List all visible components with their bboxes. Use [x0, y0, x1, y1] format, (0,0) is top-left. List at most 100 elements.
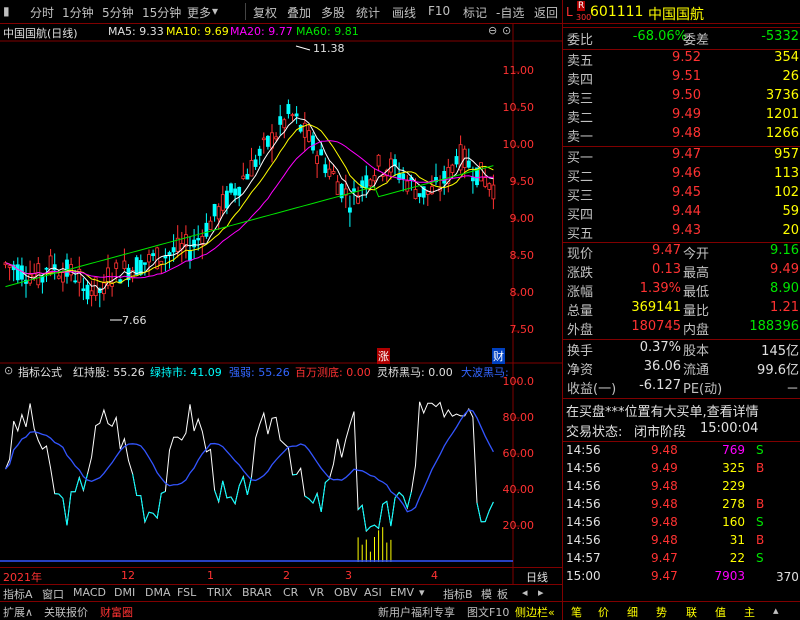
- tab-15min[interactable]: 15分钟: [142, 4, 181, 21]
- weibi-row: 委比 -68.06% 委差 -5332: [567, 29, 799, 48]
- tab-chevron-icon[interactable]: ▾: [419, 586, 425, 599]
- fuquan-button[interactable]: 复权: [253, 4, 277, 21]
- trade-row: 15:00 9.47 7903: [566, 569, 745, 583]
- new-user-benefit-tab[interactable]: 新用户福利专享: [378, 604, 455, 620]
- indicator-axis: 100.0 80.00 60.00 40.00 20.00: [502, 370, 562, 570]
- sell-row: 卖一 9.48 1266: [567, 126, 799, 145]
- sell-row: 卖二 9.49 1201: [567, 107, 799, 126]
- price-tick: 8.50: [509, 249, 535, 262]
- month-4: 4: [431, 569, 438, 582]
- quote-row: 现价 9.47 今开 9.16: [567, 243, 799, 262]
- sell-row: 卖四 9.51 26: [567, 69, 799, 88]
- menu-icon[interactable]: ▮: [3, 4, 10, 18]
- trade-row: 14:56 9.48 229: [566, 479, 745, 493]
- wealth-circle-tab[interactable]: 财富圈: [100, 604, 133, 620]
- price-tick: 7.50: [509, 323, 535, 336]
- notice-row[interactable]: 在买盘***位置有大买单,查看详情: [563, 401, 800, 420]
- tab-mo[interactable]: 模: [481, 586, 492, 602]
- tab-ban[interactable]: 板: [497, 586, 508, 602]
- tab-window[interactable]: 窗口: [42, 586, 64, 602]
- period-label[interactable]: 日线: [526, 569, 548, 585]
- tab-obv[interactable]: OBV: [334, 586, 357, 599]
- tab-fsl[interactable]: FSL: [177, 586, 196, 599]
- buy-row: 买三 9.45 102: [567, 185, 799, 204]
- price-tick: 11.00: [502, 64, 535, 77]
- badge-r: R: [577, 1, 586, 11]
- back-button[interactable]: 返回: [534, 4, 558, 21]
- date-axis: 2021年 12 1 2 3 4 日线: [0, 567, 562, 584]
- expand-tab[interactable]: 扩展∧: [3, 604, 33, 620]
- price-tick: 9.50: [509, 175, 535, 188]
- zhang-marker[interactable]: 涨: [377, 348, 390, 364]
- tab-cr[interactable]: CR: [283, 586, 298, 599]
- stock-header: L R 300 601111 中国国航: [563, 1, 800, 27]
- hcg-value: 红持股: 55.26: [73, 366, 145, 379]
- trade-extra: 370: [776, 570, 799, 584]
- price-tick: 10.00: [502, 138, 535, 151]
- huaxian-button[interactable]: 画线: [392, 4, 416, 21]
- f10-button[interactable]: F10: [428, 4, 450, 18]
- scroll-left-icon[interactable]: ◂: [522, 586, 528, 599]
- month-12: 12: [121, 569, 135, 582]
- f10-tab[interactable]: 图文F10: [467, 604, 509, 620]
- low-annotation: 7.66: [122, 314, 147, 327]
- bwcd-value: 百万测底: 0.00: [295, 366, 371, 379]
- sidebar-tab[interactable]: 侧边栏«: [515, 604, 555, 620]
- tab-brar[interactable]: BRAR: [242, 586, 272, 599]
- quote-panel: L R 300 601111 中国国航 委比 -68.06% 委差 -5332 …: [562, 0, 800, 620]
- badge-l: L: [566, 5, 573, 19]
- cai-marker[interactable]: 财: [492, 348, 505, 364]
- price-tick: 9.00: [509, 212, 535, 225]
- buy-row: 买四 9.44 59: [567, 204, 799, 223]
- tab-more[interactable]: 更多: [187, 4, 211, 21]
- tab-fenshi[interactable]: 分时: [30, 4, 54, 21]
- buy-row: 买五 9.43 20: [567, 223, 799, 242]
- month-2: 2: [283, 569, 290, 582]
- ind-tick: 20.00: [502, 519, 535, 532]
- year-label: 2021年: [3, 571, 42, 584]
- trade-row: 14:56 9.48 278 B: [566, 497, 765, 511]
- ind-tick: 80.00: [502, 411, 535, 424]
- indicator-title[interactable]: 指标公式: [18, 364, 62, 380]
- tab-vr[interactable]: VR: [309, 586, 324, 599]
- lqhm-value: 灵桥黑马: 0.00: [377, 366, 453, 379]
- stock-name: 中国国航: [648, 7, 704, 23]
- trade-row: 14:57 9.47 22 S: [566, 551, 764, 565]
- biaoji-button[interactable]: 标记: [463, 4, 487, 21]
- trade-status-row: 交易状态: 闭市阶段 15:00:04: [566, 421, 759, 440]
- tongji-button[interactable]: 统计: [356, 4, 380, 21]
- trade-row: 14:56 9.48 31 B: [566, 533, 765, 547]
- indicator-settings-icon[interactable]: ⊙: [4, 364, 13, 377]
- tab-indicator-a[interactable]: 指标A: [3, 586, 33, 602]
- sell-row: 卖五 9.52 354: [567, 50, 799, 69]
- tab-indicator-b[interactable]: 指标B: [443, 586, 473, 602]
- quote-row: 外盘 180745 内盘 188396: [567, 319, 799, 338]
- price-tick: 8.00: [509, 286, 535, 299]
- related-quotes-tab[interactable]: 关联报价: [44, 604, 88, 620]
- tab-macd[interactable]: MACD: [73, 586, 106, 599]
- quote-row: 总量 369141 量比 1.21: [567, 300, 799, 319]
- tab-1min[interactable]: 1分钟: [62, 4, 94, 21]
- tab-emv[interactable]: EMV: [390, 586, 414, 599]
- tab-asi[interactable]: ASI: [364, 586, 382, 599]
- chevron-down-icon[interactable]: ▾: [212, 4, 218, 18]
- month-3: 3: [345, 569, 352, 582]
- stat-row: 换手 0.37% 股本 145亿: [567, 340, 799, 359]
- scroll-right-icon[interactable]: ▸: [538, 586, 544, 599]
- buy-row: 买一 9.47 957: [567, 147, 799, 166]
- tab-trix[interactable]: TRIX: [207, 586, 232, 599]
- stat-row: 净资 36.06 流通 99.6亿: [567, 359, 799, 378]
- add-favorite-button[interactable]: -自选: [496, 4, 524, 21]
- diejia-button[interactable]: 叠加: [287, 4, 311, 21]
- trade-row: 14:56 9.49 325 B: [566, 461, 765, 475]
- kline-chart[interactable]: [0, 24, 562, 584]
- quote-row: 涨跌 0.13 最高 9.49: [567, 262, 799, 281]
- tab-5min[interactable]: 5分钟: [102, 4, 134, 21]
- tab-dmi[interactable]: DMI: [114, 586, 135, 599]
- badge-n: 300: [576, 13, 592, 22]
- ind-tick: 100.0: [502, 375, 535, 388]
- tab-dma[interactable]: DMA: [145, 586, 171, 599]
- qr-value: 强弱: 55.26: [229, 366, 290, 379]
- duogu-button[interactable]: 多股: [321, 4, 345, 21]
- price-tick: 10.50: [502, 101, 535, 114]
